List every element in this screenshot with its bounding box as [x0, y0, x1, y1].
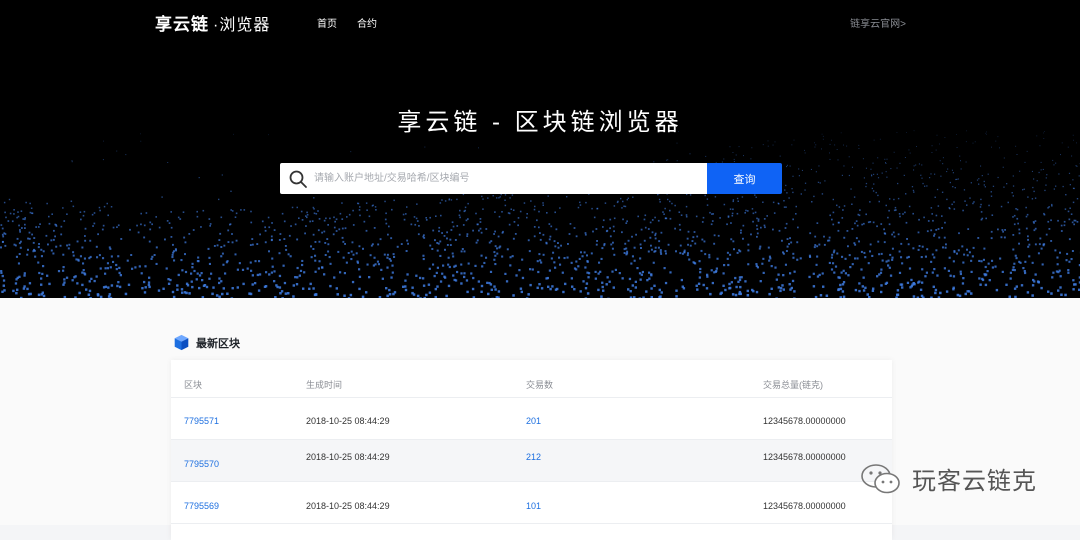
hero-banner: 享云链 ·浏览器 首页 合约 链享云官网> 享云链 - 区块链浏览器 查询: [0, 0, 1080, 298]
search-input[interactable]: [314, 163, 699, 194]
column-header-tx-count: 交易数: [526, 378, 553, 391]
logo-main: 享云链: [155, 10, 209, 35]
block-time: 2018-10-25 08:44:29: [306, 452, 390, 462]
block-time: 2018-10-25 08:44:29: [306, 501, 390, 511]
page-title: 享云链 - 区块链浏览器: [0, 102, 1080, 137]
latest-blocks-table: 区块 生成时间 交易数 交易总量(链克) 7795571 2018-10-25 …: [171, 360, 892, 540]
tx-count-link[interactable]: 101: [526, 501, 541, 511]
logo[interactable]: 享云链 ·浏览器: [155, 10, 270, 35]
cube-icon: [173, 334, 190, 351]
official-site-link[interactable]: 链享云官网>: [850, 15, 906, 30]
table-row[interactable]: 7795569 2018-10-25 08:44:29 101 12345678…: [171, 482, 892, 524]
tx-count-link[interactable]: 201: [526, 416, 541, 426]
block-number-link[interactable]: 7795569: [184, 501, 219, 511]
block-time: 2018-10-25 08:44:29: [306, 416, 390, 426]
nav-link-contracts[interactable]: 合约: [357, 15, 377, 30]
wechat-icon: [860, 462, 902, 496]
block-number-link[interactable]: 7795570: [184, 459, 219, 469]
watermark-text: 玩客云链克: [912, 461, 1037, 496]
table-row[interactable]: 7795571 2018-10-25 08:44:29 201 12345678…: [171, 398, 892, 440]
column-header-tx-total: 交易总量(链克): [763, 378, 823, 391]
search-icon: [288, 169, 308, 189]
column-header-block: 区块: [184, 378, 202, 391]
section-title: 最新区块: [196, 335, 240, 351]
top-nav: 享云链 ·浏览器 首页 合约 链享云官网>: [0, 0, 1080, 42]
section-header: 最新区块: [173, 334, 240, 351]
nav-link-home[interactable]: 首页: [317, 15, 337, 30]
block-number-link[interactable]: 7795571: [184, 416, 219, 426]
tx-total: 12345678.00000000: [763, 452, 846, 462]
tx-count-link[interactable]: 212: [526, 452, 541, 462]
table-row[interactable]: 7795570 2018-10-25 08:44:29 212 12345678…: [171, 440, 892, 482]
search-box: [280, 163, 707, 194]
column-header-time: 生成时间: [306, 378, 342, 391]
tx-total: 12345678.00000000: [763, 416, 846, 426]
watermark: 玩客云链克: [860, 461, 1037, 496]
content-area: 最新区块 区块 生成时间 交易数 交易总量(链克) 7795571 2018-1…: [0, 298, 1080, 525]
logo-sub: ·浏览器: [213, 11, 270, 35]
particle-field-background: [0, 0, 1080, 298]
table-header: 区块 生成时间 交易数 交易总量(链克): [171, 360, 892, 398]
tx-total: 12345678.00000000: [763, 501, 846, 511]
search-button[interactable]: 查询: [707, 163, 782, 194]
